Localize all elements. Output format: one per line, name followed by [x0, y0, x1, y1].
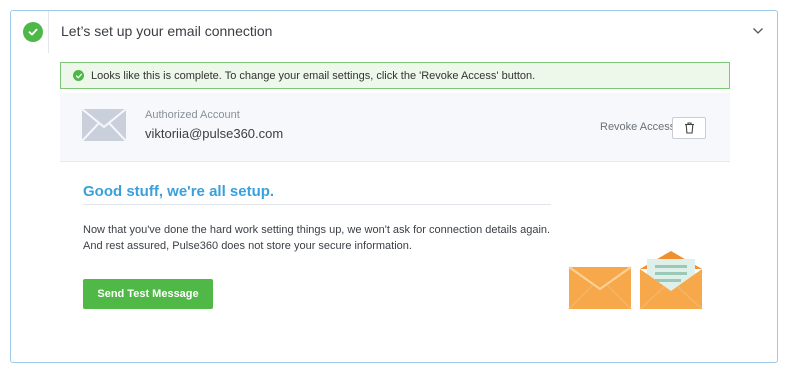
card-header[interactable]: Let’s set up your email connection	[11, 11, 777, 53]
authorized-account-email: viktoriia@pulse360.com	[145, 126, 284, 141]
chevron-down-icon[interactable]	[751, 24, 765, 38]
check-circle-icon	[23, 22, 43, 42]
setup-description: Now that you've done the hard work setti…	[83, 222, 573, 254]
success-heading: Good stuff, we're all setup.	[83, 183, 275, 200]
description-line-2: And rest assured, Pulse360 does not stor…	[83, 240, 412, 252]
heading-divider	[83, 204, 551, 205]
envelope-icon	[81, 108, 127, 142]
send-test-message-button[interactable]: Send Test Message	[83, 279, 213, 309]
success-alert: Looks like this is complete. To change y…	[60, 62, 730, 89]
email-connection-card: Let’s set up your email connection Looks…	[10, 10, 778, 363]
envelopes-illustration	[567, 239, 703, 311]
description-line-1: Now that you've done the hard work setti…	[83, 224, 551, 236]
alert-text: Looks like this is complete. To change y…	[91, 69, 536, 82]
check-icon	[73, 70, 84, 81]
revoke-access-label: Revoke Access	[600, 121, 676, 133]
closed-envelope-icon	[568, 266, 632, 310]
trash-icon	[684, 122, 694, 134]
header-divider	[48, 11, 49, 53]
authorized-account-row: Authorized Account viktoriia@pulse360.co…	[60, 93, 730, 162]
card-title: Let’s set up your email connection	[61, 23, 273, 39]
authorized-account-label: Authorized Account	[145, 109, 240, 121]
revoke-access-button[interactable]	[672, 117, 706, 139]
open-envelope-icon	[639, 251, 703, 310]
